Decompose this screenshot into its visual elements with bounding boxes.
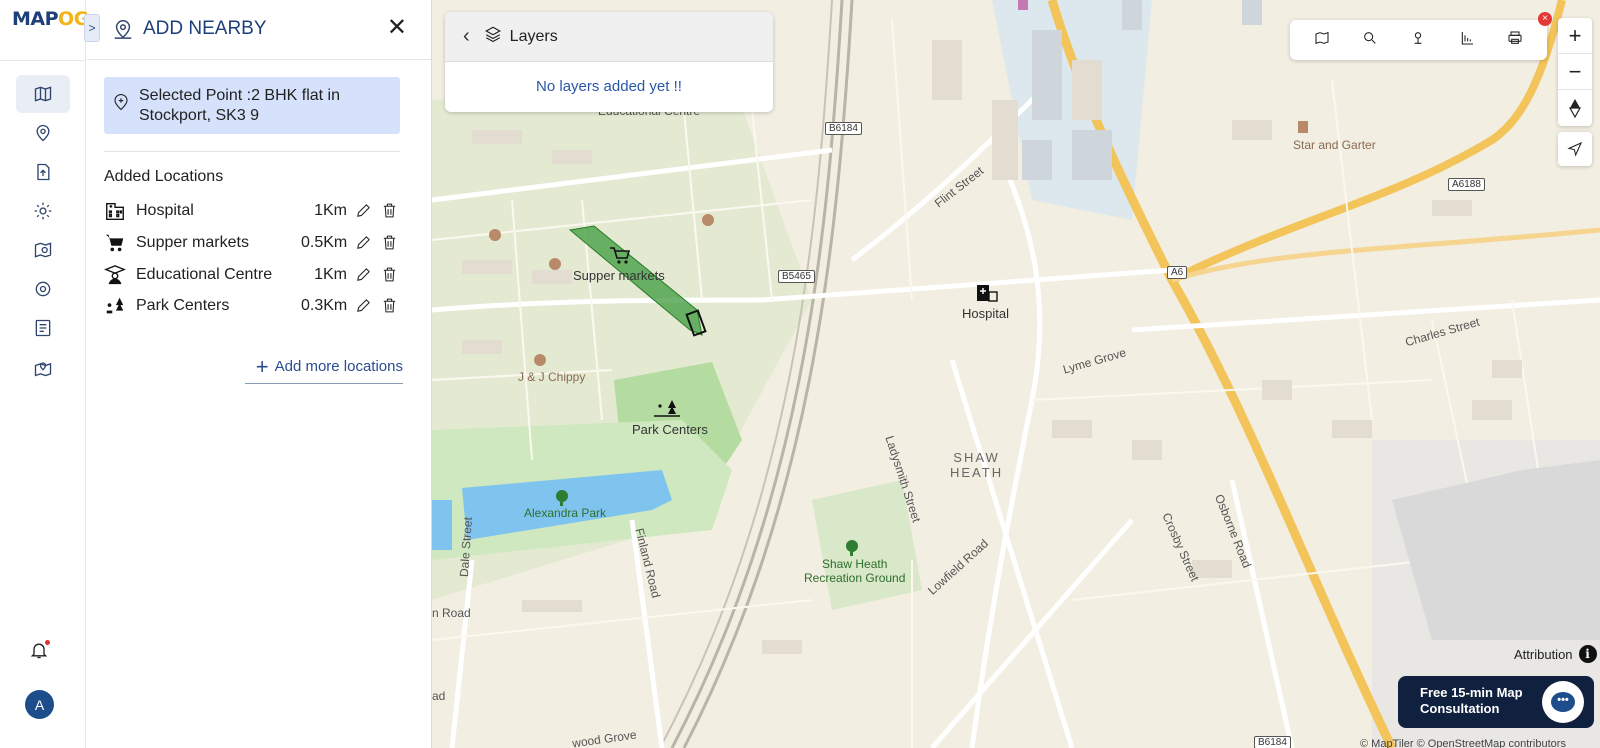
map-label-ad: ad [432, 689, 446, 703]
plus-icon: + [255, 353, 269, 379]
layers-header: ‹ Layers [445, 12, 773, 62]
park-icon [104, 295, 126, 317]
map-label-shaw-heath-rec: Shaw Heath Recreation Ground [804, 557, 906, 585]
notification-dot [45, 640, 50, 645]
zoom-out-button[interactable]: − [1558, 54, 1592, 90]
edit-icon[interactable] [355, 234, 373, 252]
layers-title: Layers [509, 27, 558, 45]
hospital-icon [104, 200, 126, 222]
mapog-logo[interactable]: MAPOG [12, 8, 89, 30]
add-nearby-panel: ADD NEARBY ✕ Selected Point :2 BHK flat … [87, 0, 432, 748]
map-copyright: © MapTiler © OpenStreetMap contributors [1360, 738, 1566, 748]
notification-bell-icon[interactable] [29, 640, 51, 662]
free-consultation-button[interactable]: Free 15-min Map Consultation ••• [1398, 676, 1594, 728]
location-row-supermarkets: Supper markets 0.5Km [104, 231, 404, 255]
attribution[interactable]: Attribution i [1514, 645, 1597, 663]
delete-icon[interactable] [381, 297, 399, 315]
road-shield-b6184: B6184 [1254, 736, 1291, 748]
close-icon[interactable]: ✕ [387, 16, 407, 40]
school-icon [103, 264, 127, 286]
zoom-in-button[interactable]: + [1558, 18, 1592, 54]
map-label-park-centers: Park Centers [632, 422, 708, 437]
layers-icon [484, 25, 502, 48]
left-rail: MAPOG A [0, 0, 89, 748]
road-shield-b6184: B6184 [825, 122, 862, 135]
report-icon[interactable] [16, 309, 70, 347]
compass-icon[interactable] [1558, 90, 1592, 126]
edit-icon[interactable] [355, 202, 373, 220]
edit-icon[interactable] [355, 266, 373, 284]
settings-gear-icon[interactable] [16, 192, 70, 230]
map-label-shaw-heath: SHAW HEATH [950, 450, 1004, 480]
selected-point-text: Selected Point :2 BHK flat in Stockport,… [139, 87, 340, 124]
measure-icon[interactable] [1459, 30, 1475, 51]
map-label-n-road: n Road [432, 606, 471, 620]
road-shield-a6: A6 [1167, 266, 1188, 279]
edit-icon[interactable] [355, 297, 373, 315]
map-label-star-and-garter: Star and Garter [1293, 138, 1376, 152]
road-shield-a6188: A6188 [1448, 178, 1485, 191]
nearby-pin-icon [112, 18, 134, 40]
avatar[interactable]: A [25, 690, 54, 719]
road-shield-b5465: B5465 [778, 270, 815, 283]
location-row-educational-centre: Educational Centre 1Km [103, 263, 404, 287]
add-more-label: Add more locations [274, 358, 403, 375]
selected-point-box: Selected Point :2 BHK flat in Stockport,… [104, 77, 400, 134]
add-location-pin-icon [112, 92, 132, 114]
location-row-hospital: Hospital 1Km [104, 199, 404, 223]
attribution-label: Attribution [1514, 646, 1573, 662]
map-search-icon[interactable] [16, 231, 70, 269]
map-pin-check-icon[interactable] [16, 349, 70, 387]
layers-empty-message: No layers added yet !! [536, 78, 682, 95]
pin-icon[interactable] [1410, 30, 1426, 51]
location-distance: 1Km [314, 202, 347, 219]
zoom-control: + − [1558, 18, 1592, 126]
panel-title: ADD NEARBY [143, 18, 267, 39]
map-tools-bar [1290, 20, 1547, 60]
rail-divider [0, 60, 86, 61]
tools-close-icon[interactable]: × [1538, 12, 1552, 26]
added-locations-title: Added Locations [104, 168, 224, 185]
back-chevron-icon[interactable]: ‹ [463, 25, 470, 48]
location-name: Park Centers [136, 297, 230, 314]
print-icon[interactable] [1507, 30, 1523, 51]
add-more-locations-button[interactable]: + Add more locations [245, 350, 403, 384]
panel-toggle-button[interactable]: > [84, 14, 100, 42]
location-name: Educational Centre [136, 266, 273, 283]
divider [104, 151, 400, 152]
location-name: Hospital [136, 202, 194, 219]
chat-icon[interactable]: ••• [1542, 681, 1584, 723]
pub-icon [1298, 121, 1308, 133]
map-label-alexandra-park: Alexandra Park [524, 506, 607, 520]
cart-icon [104, 232, 126, 254]
location-distance: 0.3Km [301, 297, 348, 314]
geolocate-icon[interactable] [1558, 132, 1592, 166]
map-icon[interactable] [16, 75, 70, 113]
delete-icon[interactable] [381, 234, 399, 252]
map-label-supermarkets: Supper markets [573, 268, 665, 283]
info-icon[interactable]: i [1578, 645, 1597, 663]
delete-icon[interactable] [381, 266, 399, 284]
location-name: Supper markets [136, 234, 249, 251]
location-distance: 0.5Km [301, 234, 348, 251]
delete-icon[interactable] [381, 202, 399, 220]
upload-icon[interactable] [16, 153, 70, 191]
cog-icon[interactable] [16, 270, 70, 308]
layers-panel: ‹ Layers No layers added yet !! [445, 12, 773, 112]
search-icon[interactable] [1362, 30, 1378, 51]
map-canvas[interactable]: Educational Centre Supper markets Hospit… [432, 0, 1600, 748]
location-pin-icon[interactable] [16, 114, 70, 152]
panel-header: ADD NEARBY ✕ [87, 0, 431, 60]
map-label-hospital: Hospital [962, 306, 1009, 321]
map-label-jj-chippy: J & J Chippy [518, 370, 586, 384]
location-distance: 1Km [314, 266, 347, 283]
map-style-icon[interactable] [1314, 30, 1330, 51]
location-row-park-centers: Park Centers 0.3Km [104, 294, 404, 318]
